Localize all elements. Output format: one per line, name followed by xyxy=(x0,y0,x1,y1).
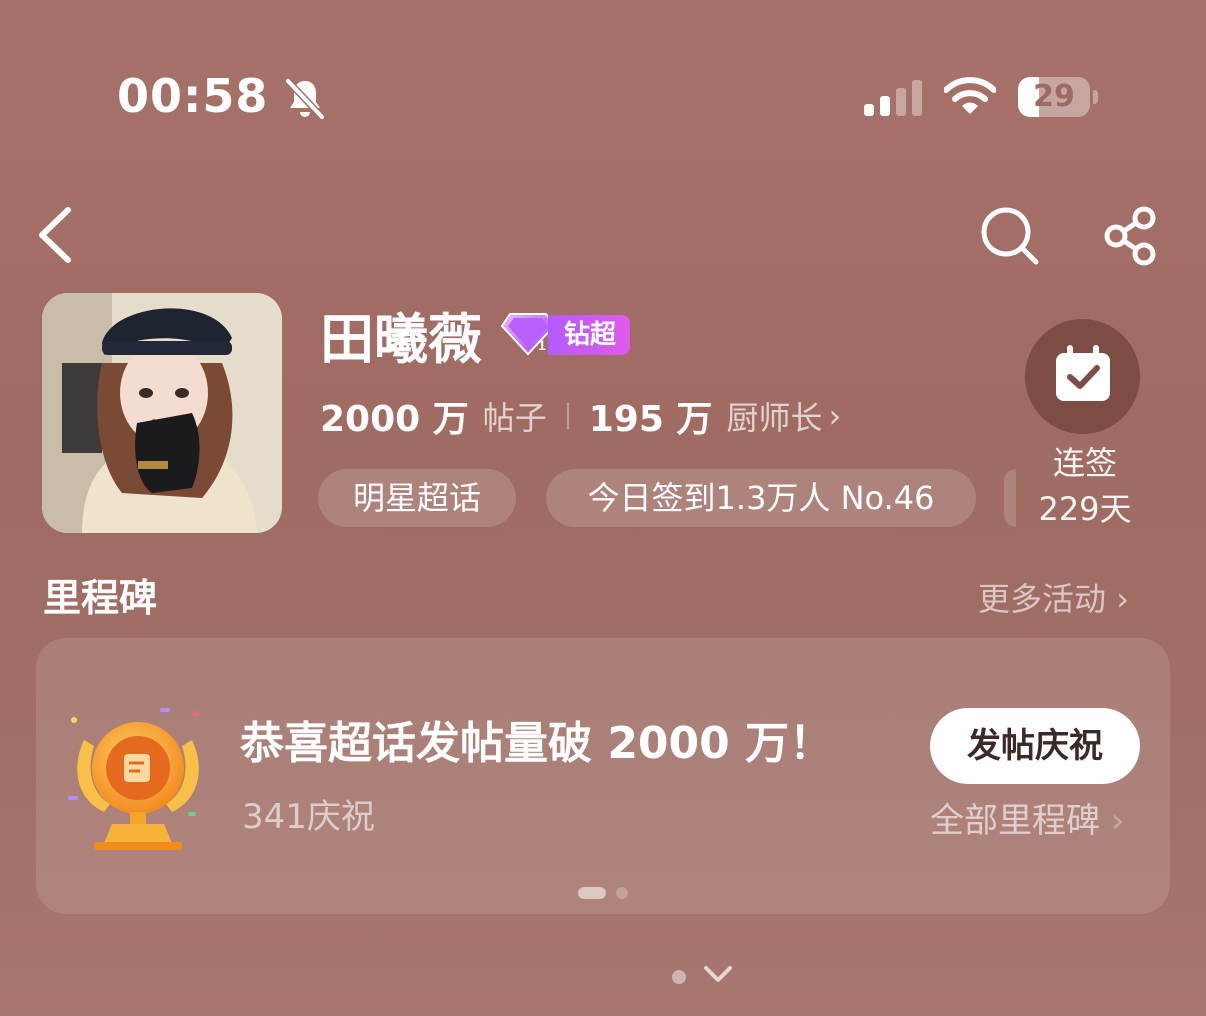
milestone-celebrations: 341庆祝 xyxy=(242,797,375,837)
more-activities-link[interactable]: 更多活动 › xyxy=(978,576,1129,622)
fans-label[interactable]: 厨师长 xyxy=(726,393,822,439)
carousel-dot[interactable] xyxy=(616,887,628,899)
profile-name: 田曦薇 xyxy=(320,308,482,371)
share-icon[interactable] xyxy=(1100,204,1164,268)
svg-text:1: 1 xyxy=(538,337,546,353)
diamond-super-badge: 钻超 xyxy=(548,315,631,355)
stats-row: 2000 万 帖子 195 万 厨师长 › xyxy=(320,388,841,444)
battery-indicator: 29 xyxy=(1018,77,1098,117)
tag-star-topic[interactable]: 明星超话 xyxy=(318,469,516,527)
checkin-days: 229天 xyxy=(1038,490,1132,528)
carousel-dot-active xyxy=(578,887,606,899)
checkin-button[interactable] xyxy=(1025,319,1140,434)
search-icon[interactable] xyxy=(978,204,1042,268)
status-time: 00:58 xyxy=(117,69,269,123)
wifi-icon xyxy=(944,77,996,114)
stats-divider xyxy=(566,403,569,429)
checkin-streak: 连签 229天 xyxy=(1020,440,1150,532)
section-title-milestone: 里程碑 xyxy=(43,576,158,620)
fans-count[interactable]: 195 万 xyxy=(589,390,713,442)
all-milestones-link[interactable]: 全部里程碑 › xyxy=(930,796,1124,846)
chevron-down-icon[interactable] xyxy=(700,960,736,988)
checkin-label: 连签 xyxy=(1052,444,1117,482)
trophy-icon xyxy=(68,708,199,850)
bell-muted-icon xyxy=(285,78,325,120)
avatar[interactable] xyxy=(42,293,282,533)
all-milestones-label[interactable]: 全部里程碑 xyxy=(930,801,1100,841)
battery-percent: 29 xyxy=(1033,79,1075,114)
calendar-check-icon xyxy=(1056,345,1110,401)
milestone-title: 恭喜超话发帖量破 2000 万！ xyxy=(240,718,834,769)
cellular-signal-icon xyxy=(864,80,922,116)
post-celebrate-button[interactable]: 发帖庆祝 xyxy=(930,708,1140,784)
tag-overflow[interactable] xyxy=(1004,469,1016,527)
chevron-right-icon: › xyxy=(1110,801,1125,841)
tag-checkin-rank[interactable]: 今日签到1.3万人 No.46 xyxy=(546,469,976,527)
chevron-left-icon[interactable] xyxy=(32,202,82,268)
chevron-right-icon[interactable]: › xyxy=(828,397,841,435)
posts-count: 2000 万 xyxy=(320,399,469,440)
posts-label: 帖子 xyxy=(482,399,547,437)
page-dot xyxy=(672,970,686,984)
more-activities-label[interactable]: 更多活动 xyxy=(978,580,1106,618)
chevron-right-icon: › xyxy=(1116,580,1129,618)
